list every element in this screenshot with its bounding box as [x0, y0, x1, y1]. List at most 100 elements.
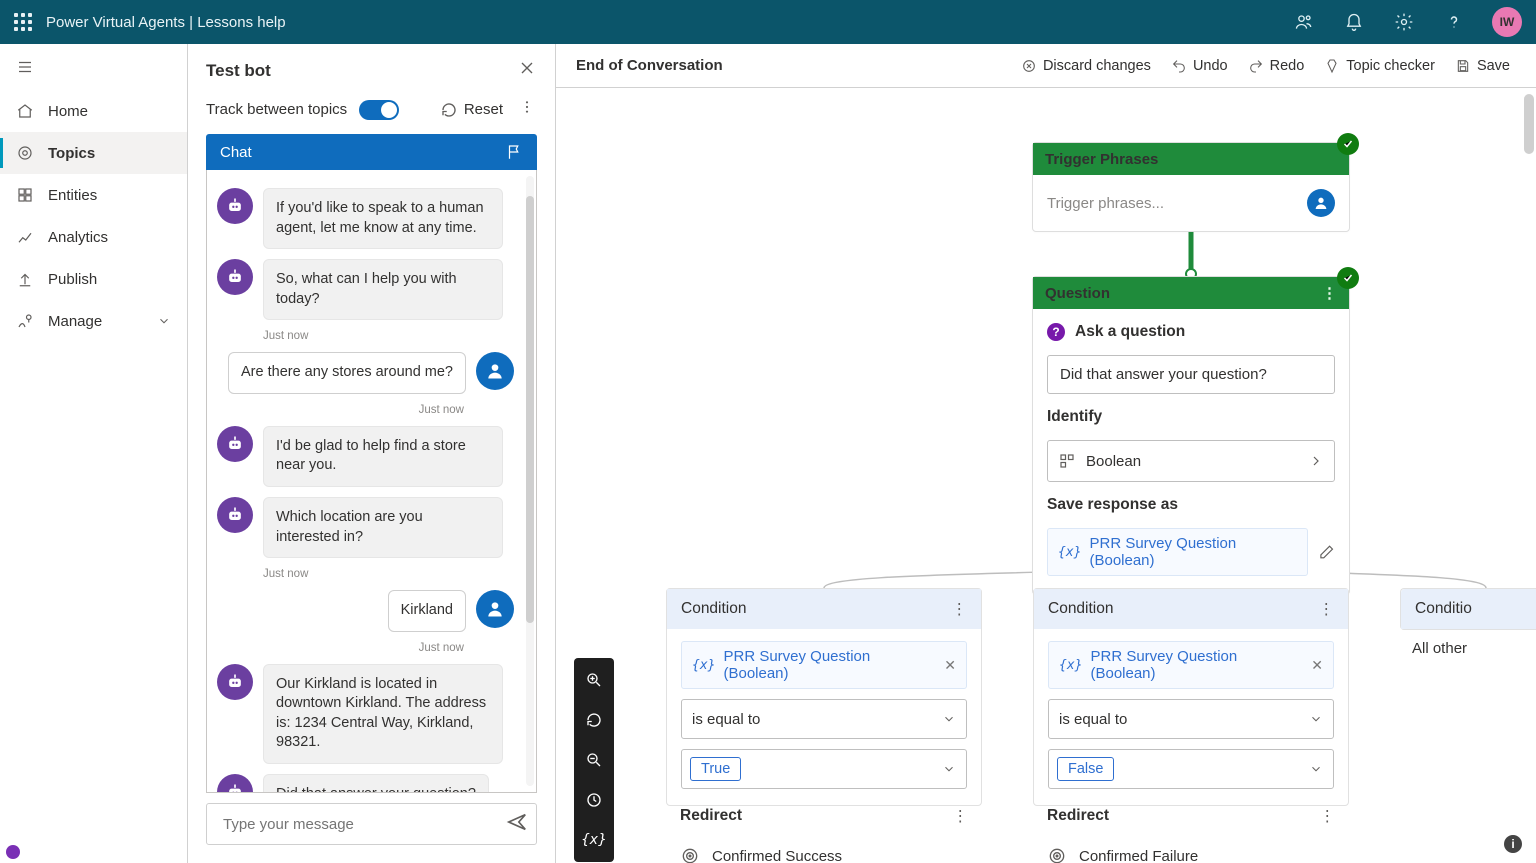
variable-chip[interactable]: {x} PRR Survey Question (Boolean) [1047, 528, 1308, 576]
node-question[interactable]: Question ⋮ Ask a question Did that answe… [1032, 276, 1350, 595]
node-condition-other[interactable]: Conditio [1400, 588, 1536, 630]
undo-button[interactable]: Undo [1165, 54, 1234, 78]
app-launcher-icon[interactable] [14, 13, 32, 31]
entity-icon [1058, 452, 1076, 470]
node-condition-false[interactable]: Condition ⋮ {x} PRR Survey Question (Boo… [1033, 588, 1349, 806]
nav-analytics[interactable]: Analytics [0, 216, 187, 258]
node-redirect-success[interactable]: Redirect ⋮ Confirmed Success [666, 796, 982, 863]
nav-entities[interactable]: Entities [0, 174, 187, 216]
nav-manage[interactable]: Manage [0, 300, 187, 342]
chevron-down-icon [1309, 712, 1323, 726]
nav-label: Entities [48, 187, 97, 204]
topic-checker-button[interactable]: Topic checker [1318, 54, 1441, 78]
zoom-reset-button[interactable] [580, 786, 608, 814]
person-icon[interactable] [1307, 189, 1335, 217]
settings-icon[interactable] [1386, 4, 1422, 40]
question-badge-icon [1047, 323, 1065, 341]
node-more-button[interactable]: ⋮ [1322, 284, 1337, 302]
nav-publish[interactable]: Publish [0, 258, 187, 300]
nav-home[interactable]: Home [0, 90, 187, 132]
variable-name: PRR Survey Question (Boolean) [723, 648, 932, 682]
node-more-button[interactable]: ⋮ [953, 807, 969, 826]
send-icon [506, 811, 528, 833]
bot-message: If you'd like to speak to a human agent,… [263, 188, 503, 249]
notifications-icon[interactable] [1336, 4, 1372, 40]
bot-message: I'd be glad to help find a store near yo… [263, 426, 503, 487]
chevron-down-icon [942, 762, 956, 776]
node-more-button[interactable]: ⋮ [1319, 600, 1335, 619]
user-message: Are there any stores around me? [228, 352, 466, 394]
condition-variable-chip[interactable]: {x} PRR Survey Question (Boolean) ✕ [681, 641, 967, 689]
save-response-as-label: Save response as [1047, 496, 1335, 514]
send-button[interactable] [506, 811, 528, 838]
node-title: Trigger Phrases [1045, 151, 1158, 168]
condition-value: False [1057, 757, 1114, 781]
chat-body: If you'd like to speak to a human agent,… [206, 170, 537, 793]
status-dot-icon [6, 845, 20, 859]
node-condition-true[interactable]: Condition ⋮ {x} PRR Survey Question (Boo… [666, 588, 982, 806]
chat-header: Chat [206, 134, 537, 170]
trigger-phrases-placeholder[interactable]: Trigger phrases... [1047, 195, 1164, 212]
variable-prefix: {x} [692, 658, 715, 673]
remove-chip-button[interactable]: ✕ [944, 657, 956, 674]
reset-label: Reset [464, 101, 503, 118]
variable-name: PRR Survey Question (Boolean) [1089, 535, 1296, 569]
operator-value: is equal to [692, 711, 760, 728]
node-more-button[interactable]: ⋮ [1320, 807, 1336, 826]
discard-changes-button[interactable]: Discard changes [1015, 54, 1157, 78]
condition-value-dropdown[interactable]: False [1048, 749, 1334, 789]
info-icon[interactable]: i [1504, 835, 1522, 853]
bot-message: Our Kirkland is located in downtown Kirk… [263, 664, 503, 764]
hamburger-button[interactable] [0, 44, 187, 90]
node-title: Question [1045, 285, 1110, 302]
redirect-target: Confirmed Success [712, 848, 842, 863]
close-test-panel-button[interactable] [517, 58, 537, 83]
all-other-conditions-label: All other [1412, 640, 1467, 657]
remove-chip-button[interactable]: ✕ [1311, 657, 1323, 674]
node-more-button[interactable]: ⋮ [952, 600, 968, 619]
chevron-down-icon [157, 314, 171, 328]
reset-button[interactable]: Reset [440, 101, 503, 119]
flag-icon[interactable] [505, 143, 523, 161]
question-text-input[interactable]: Did that answer your question? [1047, 355, 1335, 394]
more-options-button[interactable] [517, 97, 537, 122]
user-avatar-icon [476, 590, 514, 628]
discard-label: Discard changes [1043, 58, 1151, 74]
zoom-fit-button[interactable] [580, 706, 608, 734]
canvas-scrollbar[interactable] [1524, 94, 1534, 857]
user-avatar-icon [476, 352, 514, 390]
left-nav: Home Topics Entities Analytics Publish M… [0, 44, 188, 863]
condition-operator-dropdown[interactable]: is equal to [681, 699, 967, 739]
edit-icon[interactable] [1318, 543, 1335, 561]
authoring-canvas[interactable]: Trigger Phrases Trigger phrases... Quest… [556, 88, 1536, 863]
chat-input[interactable] [206, 803, 537, 845]
chat-text-input[interactable] [221, 815, 506, 834]
bot-avatar-icon [217, 774, 253, 792]
condition-operator-dropdown[interactable]: is equal to [1048, 699, 1334, 739]
save-button[interactable]: Save [1449, 54, 1516, 78]
track-between-topics-toggle[interactable] [359, 100, 399, 120]
nav-topics[interactable]: Topics [0, 132, 187, 174]
redo-button[interactable]: Redo [1242, 54, 1311, 78]
timestamp: Just now [263, 330, 514, 342]
chat-scrollbar[interactable] [526, 176, 534, 786]
help-icon[interactable] [1436, 4, 1472, 40]
zoom-in-button[interactable] [580, 666, 608, 694]
people-icon[interactable] [1286, 4, 1322, 40]
target-icon [680, 846, 700, 863]
variables-button[interactable]: {x} [580, 826, 608, 854]
canvas-toolbar: End of Conversation Discard changes Undo… [556, 44, 1536, 88]
condition-variable-chip[interactable]: {x} PRR Survey Question (Boolean) ✕ [1048, 641, 1334, 689]
node-validated-icon [1337, 267, 1359, 289]
redirect-target: Confirmed Failure [1079, 848, 1198, 863]
user-avatar[interactable]: IW [1492, 7, 1522, 37]
condition-value-dropdown[interactable]: True [681, 749, 967, 789]
chevron-down-icon [942, 712, 956, 726]
identify-selector[interactable]: Boolean [1047, 440, 1335, 482]
bot-avatar-icon [217, 259, 253, 295]
zoom-out-button[interactable] [580, 746, 608, 774]
node-redirect-failure[interactable]: Redirect ⋮ Confirmed Failure [1033, 796, 1349, 863]
avatar-initials: IW [1500, 15, 1515, 29]
node-trigger-phrases[interactable]: Trigger Phrases Trigger phrases... [1032, 142, 1350, 232]
refresh-icon [440, 101, 458, 119]
